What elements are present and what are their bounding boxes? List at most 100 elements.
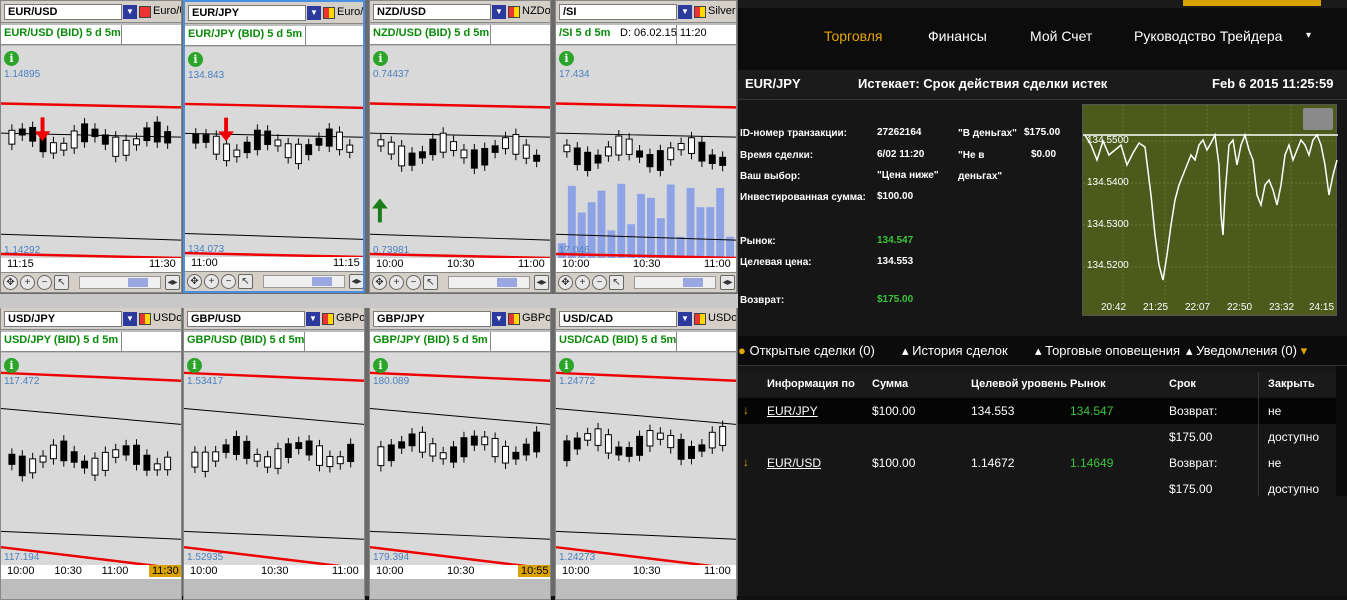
x-axis: 11:00 11:15	[185, 257, 363, 271]
move-icon[interactable]: ✥	[187, 274, 202, 289]
chart-panel-eurjpy[interactable]: EUR/JPY ▼ Euro/Jap EUR/JPY (BID) 5 d 5m	[183, 0, 365, 293]
nav-trading[interactable]: Торговля	[824, 28, 882, 44]
symbol-select[interactable]: /SI	[559, 4, 677, 20]
chart-scrollbar[interactable]	[263, 275, 345, 288]
scroll-thumb[interactable]	[497, 278, 517, 287]
symbol-select[interactable]: NZD/USD	[373, 4, 491, 20]
chart-panel-si[interactable]: /SI ▼ Silver F /SI 5 d 5m D: 06.02.15 11…	[555, 0, 737, 293]
grid-divider	[0, 294, 738, 308]
scroll-thumb[interactable]	[128, 278, 148, 287]
chevron-down-icon[interactable]: ▼	[123, 312, 137, 326]
symbol-select[interactable]: USD/JPY	[4, 311, 122, 327]
row-term: Возврат:	[1169, 404, 1218, 418]
symbol-select[interactable]: GBP/JPY	[373, 311, 491, 327]
x-axis-label: 10:30	[54, 565, 82, 577]
row-pair-link[interactable]: EUR/USD	[767, 456, 821, 470]
step-icon[interactable]: ◂▸	[349, 274, 363, 289]
step-icon[interactable]: ◂▸	[534, 275, 549, 290]
info-icon[interactable]: i	[4, 358, 19, 373]
nav-guide[interactable]: Руководство Трейдера	[1134, 28, 1282, 44]
move-icon[interactable]: ✥	[372, 275, 387, 290]
deposit-button[interactable]	[1183, 0, 1321, 6]
chart-panel-nzdusd[interactable]: NZD/USD ▼ NZDolla NZD/USD (BID) 5 d 5m	[369, 0, 551, 293]
move-icon[interactable]: ✥	[558, 275, 573, 290]
zoom-out-icon[interactable]: −	[592, 275, 607, 290]
chevron-down-icon[interactable]: ▼	[123, 5, 137, 19]
chart-scrollbar[interactable]	[448, 276, 530, 289]
price-min: 17.046	[559, 245, 590, 256]
chart-panel-eurusd[interactable]: EUR/USD ▼ Euro/US EUR/USD (BID) 5 d 5m	[0, 0, 182, 293]
chart-panel-usdjpy[interactable]: USD/JPY ▼ USDolla USD/JPY (BID) 5 d 5m	[0, 307, 182, 600]
mini-y-label: 134.5400	[1087, 177, 1129, 188]
nav-account[interactable]: Мой Счет	[1030, 28, 1092, 44]
row-target: 1.14672	[971, 456, 1015, 470]
nav-finance[interactable]: Финансы	[928, 28, 987, 44]
chart-title: /SI 5 d 5m	[559, 27, 611, 39]
symbol-select[interactable]: USD/CAD	[559, 311, 677, 327]
nav-more-icon[interactable]: ▾	[1306, 30, 1311, 41]
symbol-select[interactable]: GBP/USD	[187, 311, 305, 327]
chart-panel-usdcad[interactable]: USD/CAD ▼ USDolla USD/CAD (BID) 5 d 5m	[555, 307, 737, 600]
col-info: Информация по	[767, 378, 855, 390]
chevron-down-icon[interactable]: ▼	[492, 312, 506, 326]
column-divider	[1258, 372, 1259, 496]
choice-value: "Цена ниже"	[877, 170, 939, 181]
chevron-down-icon[interactable]: ▼	[307, 6, 321, 20]
flag-icon	[323, 7, 335, 19]
zoom-in-icon[interactable]: +	[575, 275, 590, 290]
zoom-out-icon[interactable]: −	[37, 275, 52, 290]
choice-label: Ваш выбор:	[740, 171, 801, 182]
symbol-select[interactable]: EUR/JPY	[188, 5, 306, 21]
price-max: 180.089	[373, 376, 410, 387]
scroll-thumb[interactable]	[683, 278, 703, 287]
cursor-icon[interactable]: ↖	[423, 275, 438, 290]
zoom-in-icon[interactable]: +	[389, 275, 404, 290]
chevron-down-icon[interactable]: ▼	[306, 312, 320, 326]
chart-toggle-button[interactable]	[1303, 108, 1333, 130]
x-axis-label: 11:30	[149, 258, 176, 270]
currency-name: Silver F	[708, 5, 736, 17]
x-axis-label: 10:00	[7, 565, 35, 577]
cursor-icon[interactable]: ↖	[609, 275, 624, 290]
symbol-select[interactable]: EUR/USD	[4, 4, 122, 20]
chevron-down-icon[interactable]: ▼	[678, 5, 692, 19]
flag-icon	[322, 313, 334, 325]
info-icon[interactable]: i	[559, 51, 574, 66]
info-icon[interactable]: i	[373, 51, 388, 66]
chevron-down-icon[interactable]: ▼	[678, 312, 692, 326]
chart-scrollbar[interactable]	[634, 276, 716, 289]
scroll-thumb[interactable]	[312, 277, 332, 286]
step-icon[interactable]: ◂▸	[720, 275, 735, 290]
arrow-down-icon: ↓	[743, 403, 749, 417]
move-icon[interactable]: ✥	[3, 275, 18, 290]
chevron-down-icon[interactable]: ▼	[492, 5, 506, 19]
tab-notifications[interactable]: ▴ Уведомления (0) ▾	[1186, 343, 1307, 359]
info-icon[interactable]: i	[4, 51, 19, 66]
zoom-in-icon[interactable]: +	[204, 274, 219, 289]
tab-open-trades[interactable]: ● Открытые сделки (0)	[738, 343, 875, 358]
tab-history[interactable]: ▴ История сделок	[902, 343, 1008, 359]
step-icon[interactable]: ◂▸	[165, 275, 180, 290]
chart-panel-gbpjpy[interactable]: GBP/JPY ▼ GBPoun GBP/JPY (BID) 5 d 5m	[369, 307, 551, 600]
cursor-icon[interactable]: ↖	[238, 274, 253, 289]
table-scrollbar[interactable]	[1336, 366, 1347, 496]
x-axis-label: 10:30	[633, 565, 661, 577]
price-max: 134.843	[188, 70, 225, 81]
x-axis: 10:00 10:30 11:00	[556, 258, 736, 272]
zoom-out-icon[interactable]: −	[221, 274, 236, 289]
chart-scrollbar[interactable]	[79, 276, 161, 289]
zoom-in-icon[interactable]: +	[20, 275, 35, 290]
x-axis-label: 11:00	[704, 565, 731, 577]
zoom-out-icon[interactable]: −	[406, 275, 421, 290]
target-value: 134.553	[877, 256, 914, 267]
info-icon[interactable]: i	[559, 358, 574, 373]
chart-title: USD/JPY (BID) 5 d 5m	[4, 334, 119, 346]
row-pair-link[interactable]: EUR/JPY	[767, 404, 818, 418]
info-icon[interactable]: i	[187, 358, 202, 373]
chart-panel-gbpusd[interactable]: GBP/USD ▼ GBPoun GBP/USD (BID) 5 d 5m	[183, 307, 365, 600]
info-icon[interactable]: i	[373, 358, 388, 373]
tab-alerts[interactable]: ▴ Торговые оповещения	[1035, 343, 1180, 359]
info-icon[interactable]: i	[188, 52, 203, 67]
chart-title-bar: EUR/USD (BID) 5 d 5m	[1, 25, 181, 45]
cursor-icon[interactable]: ↖	[54, 275, 69, 290]
